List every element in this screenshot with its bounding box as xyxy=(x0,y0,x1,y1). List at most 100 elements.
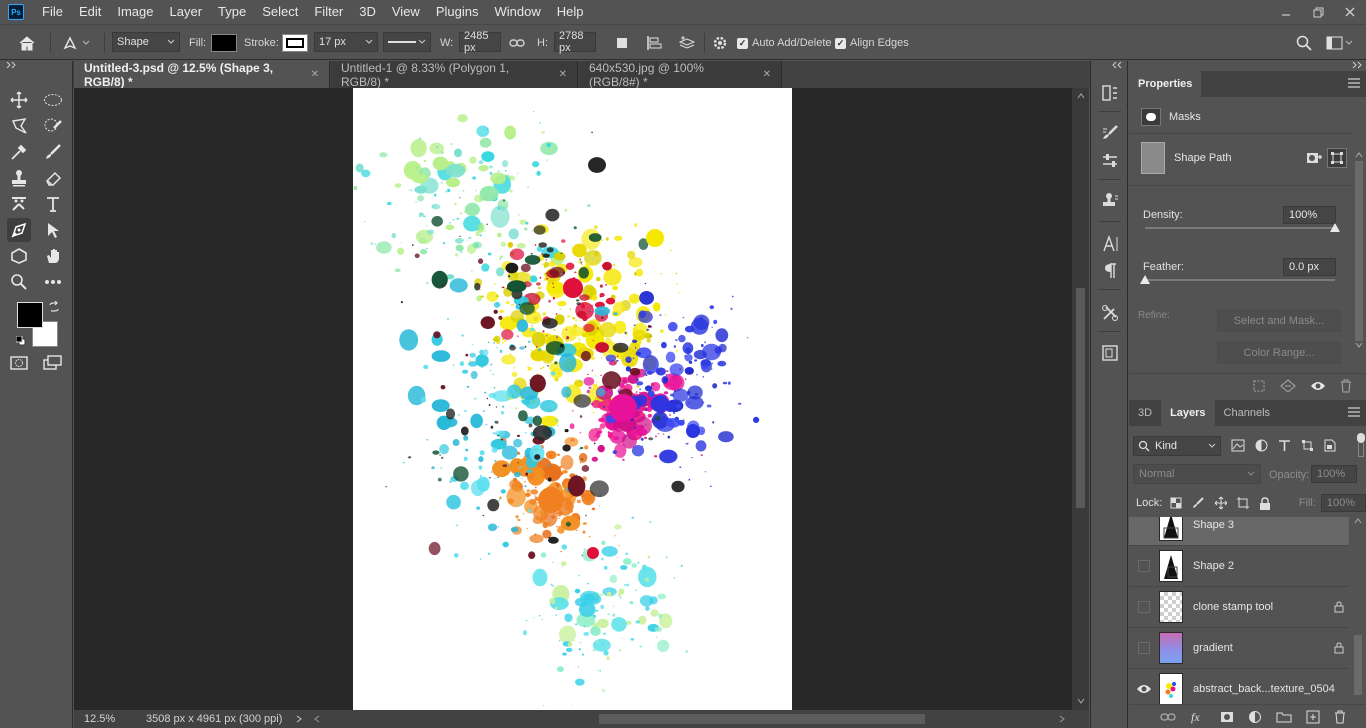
layer-visibility-toggle[interactable] xyxy=(1129,642,1159,654)
tab-640x530[interactable]: 640x530.jpg @ 100% (RGB/8#) * ✕ xyxy=(579,61,782,89)
eraser-tool-icon[interactable] xyxy=(41,166,65,190)
canvas-area[interactable] xyxy=(74,88,1072,710)
menu-3d[interactable]: 3D xyxy=(351,0,384,24)
menu-window[interactable]: Window xyxy=(486,0,548,24)
link-dimensions-icon[interactable] xyxy=(509,32,525,54)
layer-visibility-toggle[interactable] xyxy=(1129,560,1159,572)
marquee-tool-icon[interactable] xyxy=(41,88,65,112)
layer-row[interactable]: Shape 2 xyxy=(1129,546,1349,587)
zoom-tool-icon[interactable] xyxy=(7,270,31,294)
brush-tool-icon[interactable] xyxy=(41,140,65,164)
menu-file[interactable]: File xyxy=(34,0,71,24)
lock-all-icon[interactable] xyxy=(1259,496,1271,510)
layer-row[interactable]: abstract_back...texture_0504 xyxy=(1129,669,1349,707)
swap-colors-icon[interactable] xyxy=(48,301,60,313)
trash-icon[interactable] xyxy=(1340,379,1352,393)
collapse-toolbar-icon[interactable] xyxy=(4,61,18,69)
filter-smart-object-icon[interactable] xyxy=(1324,439,1336,452)
path-alignment-icon[interactable] xyxy=(646,32,662,54)
path-operations-icon[interactable] xyxy=(615,32,629,54)
chevron-down-icon[interactable] xyxy=(1077,698,1085,704)
feather-slider-track[interactable] xyxy=(1145,279,1335,281)
menu-select[interactable]: Select xyxy=(254,0,306,24)
vector-mask-icon[interactable] xyxy=(1327,148,1347,168)
chevron-right-icon[interactable] xyxy=(1059,715,1065,723)
hand-tool-icon[interactable] xyxy=(41,244,65,268)
menu-filter[interactable]: Filter xyxy=(306,0,351,24)
load-selection-icon[interactable] xyxy=(1252,379,1266,393)
chevron-left-icon[interactable] xyxy=(314,715,320,723)
vertical-scrollbar[interactable] xyxy=(1072,88,1089,710)
clone-stamp-tool-icon[interactable] xyxy=(7,166,31,190)
chevron-up-icon[interactable] xyxy=(1354,151,1364,159)
menu-view[interactable]: View xyxy=(384,0,428,24)
add-mask-icon[interactable] xyxy=(1220,711,1234,723)
quick-mask-icon[interactable] xyxy=(7,351,31,375)
expand-panels-icon[interactable] xyxy=(1111,61,1123,69)
select-and-mask-button[interactable]: Select and Mask... xyxy=(1217,310,1341,332)
menu-layer[interactable]: Layer xyxy=(162,0,211,24)
tab-3d[interactable]: 3D xyxy=(1129,400,1161,426)
screen-mode-icon[interactable] xyxy=(41,351,65,375)
clone-source-icon[interactable] xyxy=(1100,191,1120,211)
filter-type-icon[interactable] xyxy=(1278,439,1291,452)
fill-field[interactable]: 100% xyxy=(1320,494,1366,512)
more-tools-icon[interactable] xyxy=(41,270,65,294)
feather-slider-thumb[interactable] xyxy=(1140,275,1150,284)
menu-image[interactable]: Image xyxy=(109,0,161,24)
history-icon[interactable] xyxy=(1100,83,1120,103)
delete-layer-icon[interactable] xyxy=(1334,710,1346,724)
density-slider-thumb[interactable] xyxy=(1330,223,1340,232)
foreground-color-swatch[interactable] xyxy=(17,302,43,328)
properties-scrollbar[interactable] xyxy=(1354,151,1364,371)
default-colors-icon[interactable] xyxy=(16,336,26,346)
gradient-tool-icon[interactable] xyxy=(7,192,31,216)
layer-row[interactable]: Shape 3 xyxy=(1129,517,1349,546)
tab-properties[interactable]: Properties xyxy=(1129,71,1202,97)
search-icon[interactable] xyxy=(1296,32,1312,54)
layers-scrollbar[interactable] xyxy=(1351,517,1365,707)
layer-visibility-toggle[interactable] xyxy=(1129,601,1159,613)
align-edges-checkbox[interactable]: ✓ Align Edges xyxy=(835,32,909,54)
move-tool-icon[interactable] xyxy=(7,88,31,112)
feather-field[interactable]: 0.0 px xyxy=(1283,258,1336,276)
pen-tool-preset-icon[interactable] xyxy=(62,32,90,54)
path-selection-tool-icon[interactable] xyxy=(41,218,65,242)
chevron-right-icon[interactable] xyxy=(296,715,302,723)
tab-layers[interactable]: Layers xyxy=(1161,400,1215,426)
restore-icon[interactable] xyxy=(1302,0,1334,24)
eye-icon[interactable] xyxy=(1310,380,1326,392)
opacity-field[interactable]: 100% xyxy=(1311,465,1357,483)
lasso-tool-icon[interactable] xyxy=(7,114,31,138)
layer-row[interactable]: clone stamp tool xyxy=(1129,587,1349,628)
menu-type[interactable]: Type xyxy=(210,0,254,24)
auto-add-delete-checkbox[interactable]: ✓ Auto Add/Delete xyxy=(737,32,832,54)
lock-position-icon[interactable] xyxy=(1214,496,1228,510)
stroke-swatch[interactable] xyxy=(282,32,308,54)
new-layer-icon[interactable] xyxy=(1306,710,1320,724)
document-canvas[interactable] xyxy=(353,88,792,710)
adjustments-icon[interactable] xyxy=(1100,151,1120,171)
path-arrangement-icon[interactable] xyxy=(678,32,698,54)
height-field[interactable]: 2788 px xyxy=(554,30,596,54)
filter-adjustment-icon[interactable] xyxy=(1255,439,1268,452)
layer-effects-icon[interactable]: fx xyxy=(1190,710,1206,724)
horizontal-scroll-thumb[interactable] xyxy=(599,714,925,724)
character-panel-icon[interactable] xyxy=(1100,234,1120,254)
filter-pixel-icon[interactable] xyxy=(1231,439,1245,452)
tab-channels[interactable]: Channels xyxy=(1215,400,1279,426)
width-field[interactable]: 2485 px xyxy=(459,30,501,54)
panel-menu-icon[interactable] xyxy=(1348,78,1360,88)
minimize-icon[interactable] xyxy=(1270,0,1302,24)
fill-swatch[interactable] xyxy=(211,32,237,54)
close-icon[interactable] xyxy=(1334,0,1366,24)
type-tool-icon[interactable] xyxy=(41,192,65,216)
collapse-panels-icon[interactable] xyxy=(1351,61,1363,69)
color-range-button[interactable]: Color Range... xyxy=(1217,342,1341,364)
density-slider-track[interactable] xyxy=(1145,227,1335,229)
filter-toggle[interactable] xyxy=(1357,433,1365,461)
add-pixel-mask-icon[interactable] xyxy=(1305,149,1323,167)
home-icon[interactable] xyxy=(18,32,36,54)
quick-selection-tool-icon[interactable] xyxy=(41,114,65,138)
tools-preset-icon[interactable] xyxy=(1100,303,1120,323)
